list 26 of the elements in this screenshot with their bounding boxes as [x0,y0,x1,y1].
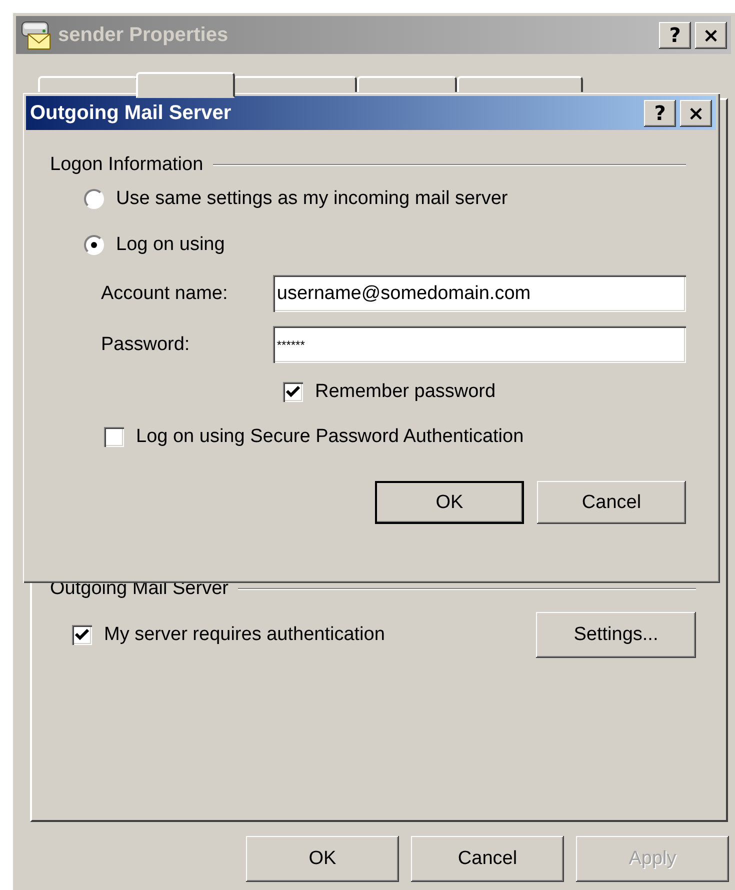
close-button[interactable]: × [680,100,712,126]
checkbox[interactable] [104,427,124,447]
checkbox[interactable] [283,382,303,402]
radio-label: Log on using [116,234,225,256]
checkbox-label: My server requires authentication [104,624,385,646]
radio-label: Use same settings as my incoming mail server [116,188,508,210]
group-label: Logon Information [50,154,204,176]
input-field[interactable]: username@somedomain.com [272,275,686,312]
dialog-button[interactable]: Cancel [411,836,564,882]
input-field[interactable]: ****** [272,326,686,363]
field-label: Account name: [101,282,229,304]
radio-button[interactable] [84,235,104,255]
field-label: Password: [101,334,191,356]
settings-button[interactable]: Settings... [536,612,696,658]
checkbox[interactable] [72,625,92,645]
dialog-button[interactable]: Cancel [537,481,686,524]
help-button[interactable]: ? [659,22,691,48]
window-title: sender Properties [58,24,230,46]
dialog-button[interactable]: OK [246,836,399,882]
checkbox-label: Remember password [315,381,496,403]
dialog-button[interactable]: OK [375,481,524,524]
checkbox-label: Log on using Secure Password Authentication [136,426,524,448]
radio-button[interactable] [84,189,104,209]
close-button[interactable]: × [695,22,727,48]
help-button[interactable]: ? [644,100,676,126]
window-title: Outgoing Mail Server [30,102,232,124]
